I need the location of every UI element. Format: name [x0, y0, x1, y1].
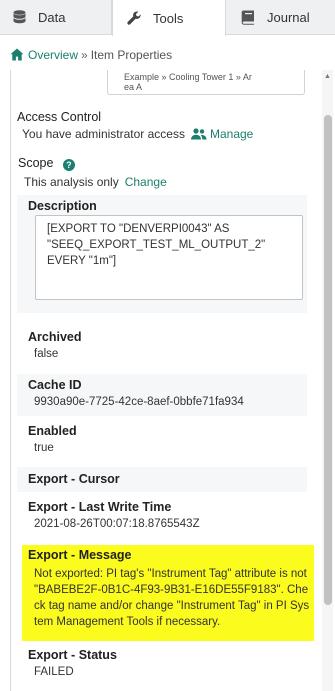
access-control-label: Access Control [17, 110, 102, 124]
property-cache-id: Cache ID 9930a90e-7725-42ce-8aef-0bbfe71… [17, 374, 307, 416]
property-value: 2021-08-26T00:07:18.8765543Z [34, 518, 200, 530]
property-label: Export - Cursor [28, 472, 120, 486]
property-export-message: Export - Message Not exported: PI tag's … [22, 545, 314, 641]
property-value: 9930a90e-7725-42ce-8aef-0bbfe71fa934 [34, 396, 244, 408]
access-control-text: You have administrator access [22, 127, 185, 141]
scope-label: Scope [18, 156, 54, 170]
scope-section: Scope ? This analysis only Change [17, 154, 307, 189]
breadcrumb-overview-link[interactable]: Overview [28, 48, 78, 62]
tab-bar: Data Tools Journal [0, 0, 335, 36]
scope-text: This analysis only [24, 175, 119, 189]
property-label: Export - Message [28, 548, 132, 562]
asset-path-line-2: ea A [124, 82, 143, 92]
tab-data-label: Data [38, 10, 66, 25]
scroll-up-arrow-icon[interactable]: ▲ [322, 72, 333, 82]
property-value: Not exported: PI tag's "Instrument Tag" … [34, 568, 310, 628]
scope-change-link[interactable]: Change [125, 175, 167, 189]
breadcrumb-separator: » [81, 48, 88, 62]
property-export-last-write-time: Export - Last Write Time 2021-08-26T00:0… [17, 500, 307, 540]
tab-journal[interactable]: Journal [227, 0, 335, 35]
property-enabled: Enabled true [17, 424, 307, 464]
property-value: FAILED [34, 666, 74, 678]
description-section: Description [EXPORT TO "DENVERPI0043" AS… [17, 195, 307, 313]
property-label: Archived [28, 330, 82, 344]
property-export-status: Export - Status FAILED [17, 648, 307, 688]
description-textarea[interactable]: [EXPORT TO "DENVERPI0043" AS "SEEQ_EXPOR… [35, 215, 303, 300]
manage-label: Manage [209, 127, 254, 141]
wrench-icon [125, 9, 143, 27]
tab-journal-label: Journal [267, 10, 310, 25]
tab-tools-label: Tools [153, 10, 184, 26]
asset-path-line-1: Example » Cooling Tower 1 » Ar [124, 72, 252, 82]
tab-tools[interactable]: Tools [112, 0, 226, 36]
breadcrumb-current: Item Properties [90, 48, 173, 62]
manage-button[interactable]: Manage [190, 127, 254, 141]
breadcrumb: Overview » Item Properties [10, 47, 172, 63]
property-label: Cache ID [28, 378, 82, 392]
book-icon [239, 9, 257, 27]
users-icon [190, 128, 207, 140]
question-circle-icon[interactable]: ? [62, 159, 75, 171]
home-icon[interactable] [10, 48, 24, 62]
property-label: Export - Status [28, 648, 117, 662]
property-label: Enabled [28, 424, 77, 438]
scrollbar-thumb[interactable] [324, 115, 332, 605]
tab-data[interactable]: Data [0, 0, 112, 35]
property-value: false [34, 348, 59, 360]
property-value: true [34, 442, 54, 454]
access-control-section: Access Control You have administrator ac… [17, 110, 307, 141]
description-label: Description [28, 199, 97, 213]
property-label: Export - Last Write Time [28, 500, 172, 514]
database-icon [10, 9, 28, 27]
property-archived: Archived false [17, 330, 307, 370]
asset-path-box: Example » Cooling Tower 1 » Ar ea A [107, 70, 305, 95]
property-export-cursor: Export - Cursor [17, 467, 307, 492]
